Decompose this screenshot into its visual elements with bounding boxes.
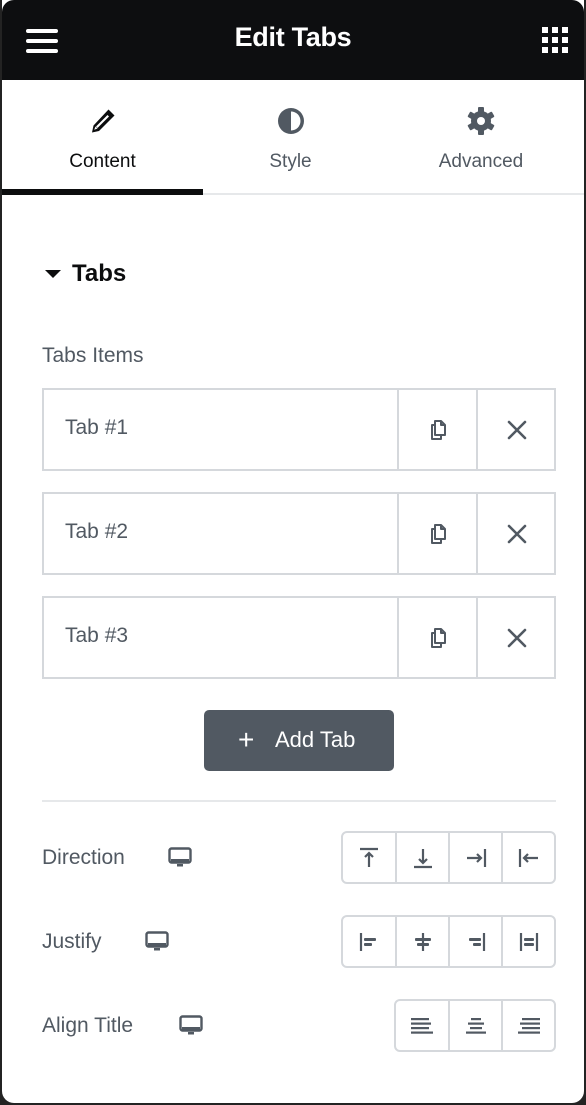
justify-center-icon — [414, 932, 431, 951]
justify-stretch-icon — [519, 932, 538, 951]
tab-advanced[interactable]: Advanced — [378, 80, 584, 193]
direction-option-bottom[interactable] — [395, 833, 448, 882]
close-icon — [507, 420, 526, 439]
contrast-icon — [277, 108, 304, 134]
close-icon — [507, 524, 526, 543]
add-tab-label: Add Tab — [275, 727, 356, 752]
add-tab-button[interactable]: + Add Tab — [204, 710, 394, 771]
text-align-left-icon — [411, 1017, 433, 1034]
section-title: Tabs — [72, 260, 127, 287]
repeater-item: Tab #2 — [42, 492, 556, 575]
pencil-icon — [91, 109, 114, 133]
close-icon — [507, 628, 526, 647]
active-tab-indicator — [2, 189, 203, 195]
duplicate-icon — [430, 419, 446, 440]
duplicate-icon — [430, 627, 446, 648]
tab-label: Advanced — [438, 151, 524, 172]
remove-button[interactable] — [476, 494, 555, 573]
repeater-item: Tab #3 — [42, 596, 556, 679]
plus-icon: + — [238, 724, 255, 755]
text-align-right-icon — [517, 1017, 540, 1034]
direction-option-start[interactable] — [501, 833, 554, 882]
remove-button[interactable] — [476, 598, 555, 677]
duplicate-button[interactable] — [397, 494, 476, 573]
repeater-item-title[interactable]: Tab #2 — [44, 494, 397, 573]
repeater-label: Tabs Items — [42, 344, 144, 367]
duplicate-button[interactable] — [397, 598, 476, 677]
panel-title: Edit Tabs — [234, 22, 352, 52]
panel-header: Edit Tabs — [2, 0, 584, 80]
align-end-icon — [466, 848, 486, 867]
justify-option-end[interactable] — [448, 917, 501, 966]
panel-tabs: Content Style Advanced — [2, 80, 584, 195]
direction-choices — [341, 831, 556, 884]
direction-option-top[interactable] — [343, 833, 395, 882]
text-align-center-icon — [465, 1017, 486, 1034]
align-option-left[interactable] — [396, 1001, 448, 1050]
caret-down-icon — [45, 270, 61, 278]
justify-option-start[interactable] — [343, 917, 395, 966]
tab-label: Content — [69, 151, 136, 172]
repeater-item-label: Tab #3 — [65, 624, 129, 647]
duplicate-button[interactable] — [397, 390, 476, 469]
desktop-icon[interactable] — [179, 1015, 203, 1037]
control-label: Align Title — [42, 1014, 134, 1037]
tab-label: Style — [269, 151, 312, 172]
control-justify: Justify — [42, 915, 556, 969]
repeater-item-title[interactable]: Tab #3 — [44, 598, 397, 677]
justify-choices — [341, 915, 556, 968]
control-direction: Direction — [42, 831, 556, 885]
control-label: Justify — [42, 930, 102, 953]
gear-icon — [467, 107, 495, 135]
align-start-icon — [518, 848, 538, 867]
desktop-icon[interactable] — [145, 931, 169, 953]
editor-panel: Edit Tabs Content Style Advanced Tabs Ta… — [2, 0, 584, 1103]
repeater-item-label: Tab #2 — [65, 520, 129, 543]
align-option-center[interactable] — [448, 1001, 501, 1050]
direction-option-end[interactable] — [448, 833, 501, 882]
align-top-icon — [360, 847, 378, 867]
remove-button[interactable] — [476, 390, 555, 469]
align-title-choices — [394, 999, 556, 1052]
repeater-item-label: Tab #1 — [65, 416, 129, 439]
grid-icon[interactable] — [542, 27, 568, 53]
justify-option-stretch[interactable] — [501, 917, 554, 966]
repeater-item-title[interactable]: Tab #1 — [44, 390, 397, 469]
tab-content[interactable]: Content — [2, 80, 203, 195]
control-align-title: Align Title — [42, 999, 556, 1053]
repeater-item: Tab #1 — [42, 388, 556, 471]
align-bottom-icon — [413, 848, 432, 868]
desktop-icon[interactable] — [168, 847, 192, 869]
tab-style[interactable]: Style — [203, 80, 378, 193]
justify-end-icon — [468, 932, 485, 951]
duplicate-icon — [430, 523, 446, 544]
divider — [42, 800, 556, 802]
justify-option-center[interactable] — [395, 917, 448, 966]
justify-start-icon — [359, 932, 376, 951]
align-option-right[interactable] — [501, 1001, 554, 1050]
control-label: Direction — [42, 846, 125, 869]
